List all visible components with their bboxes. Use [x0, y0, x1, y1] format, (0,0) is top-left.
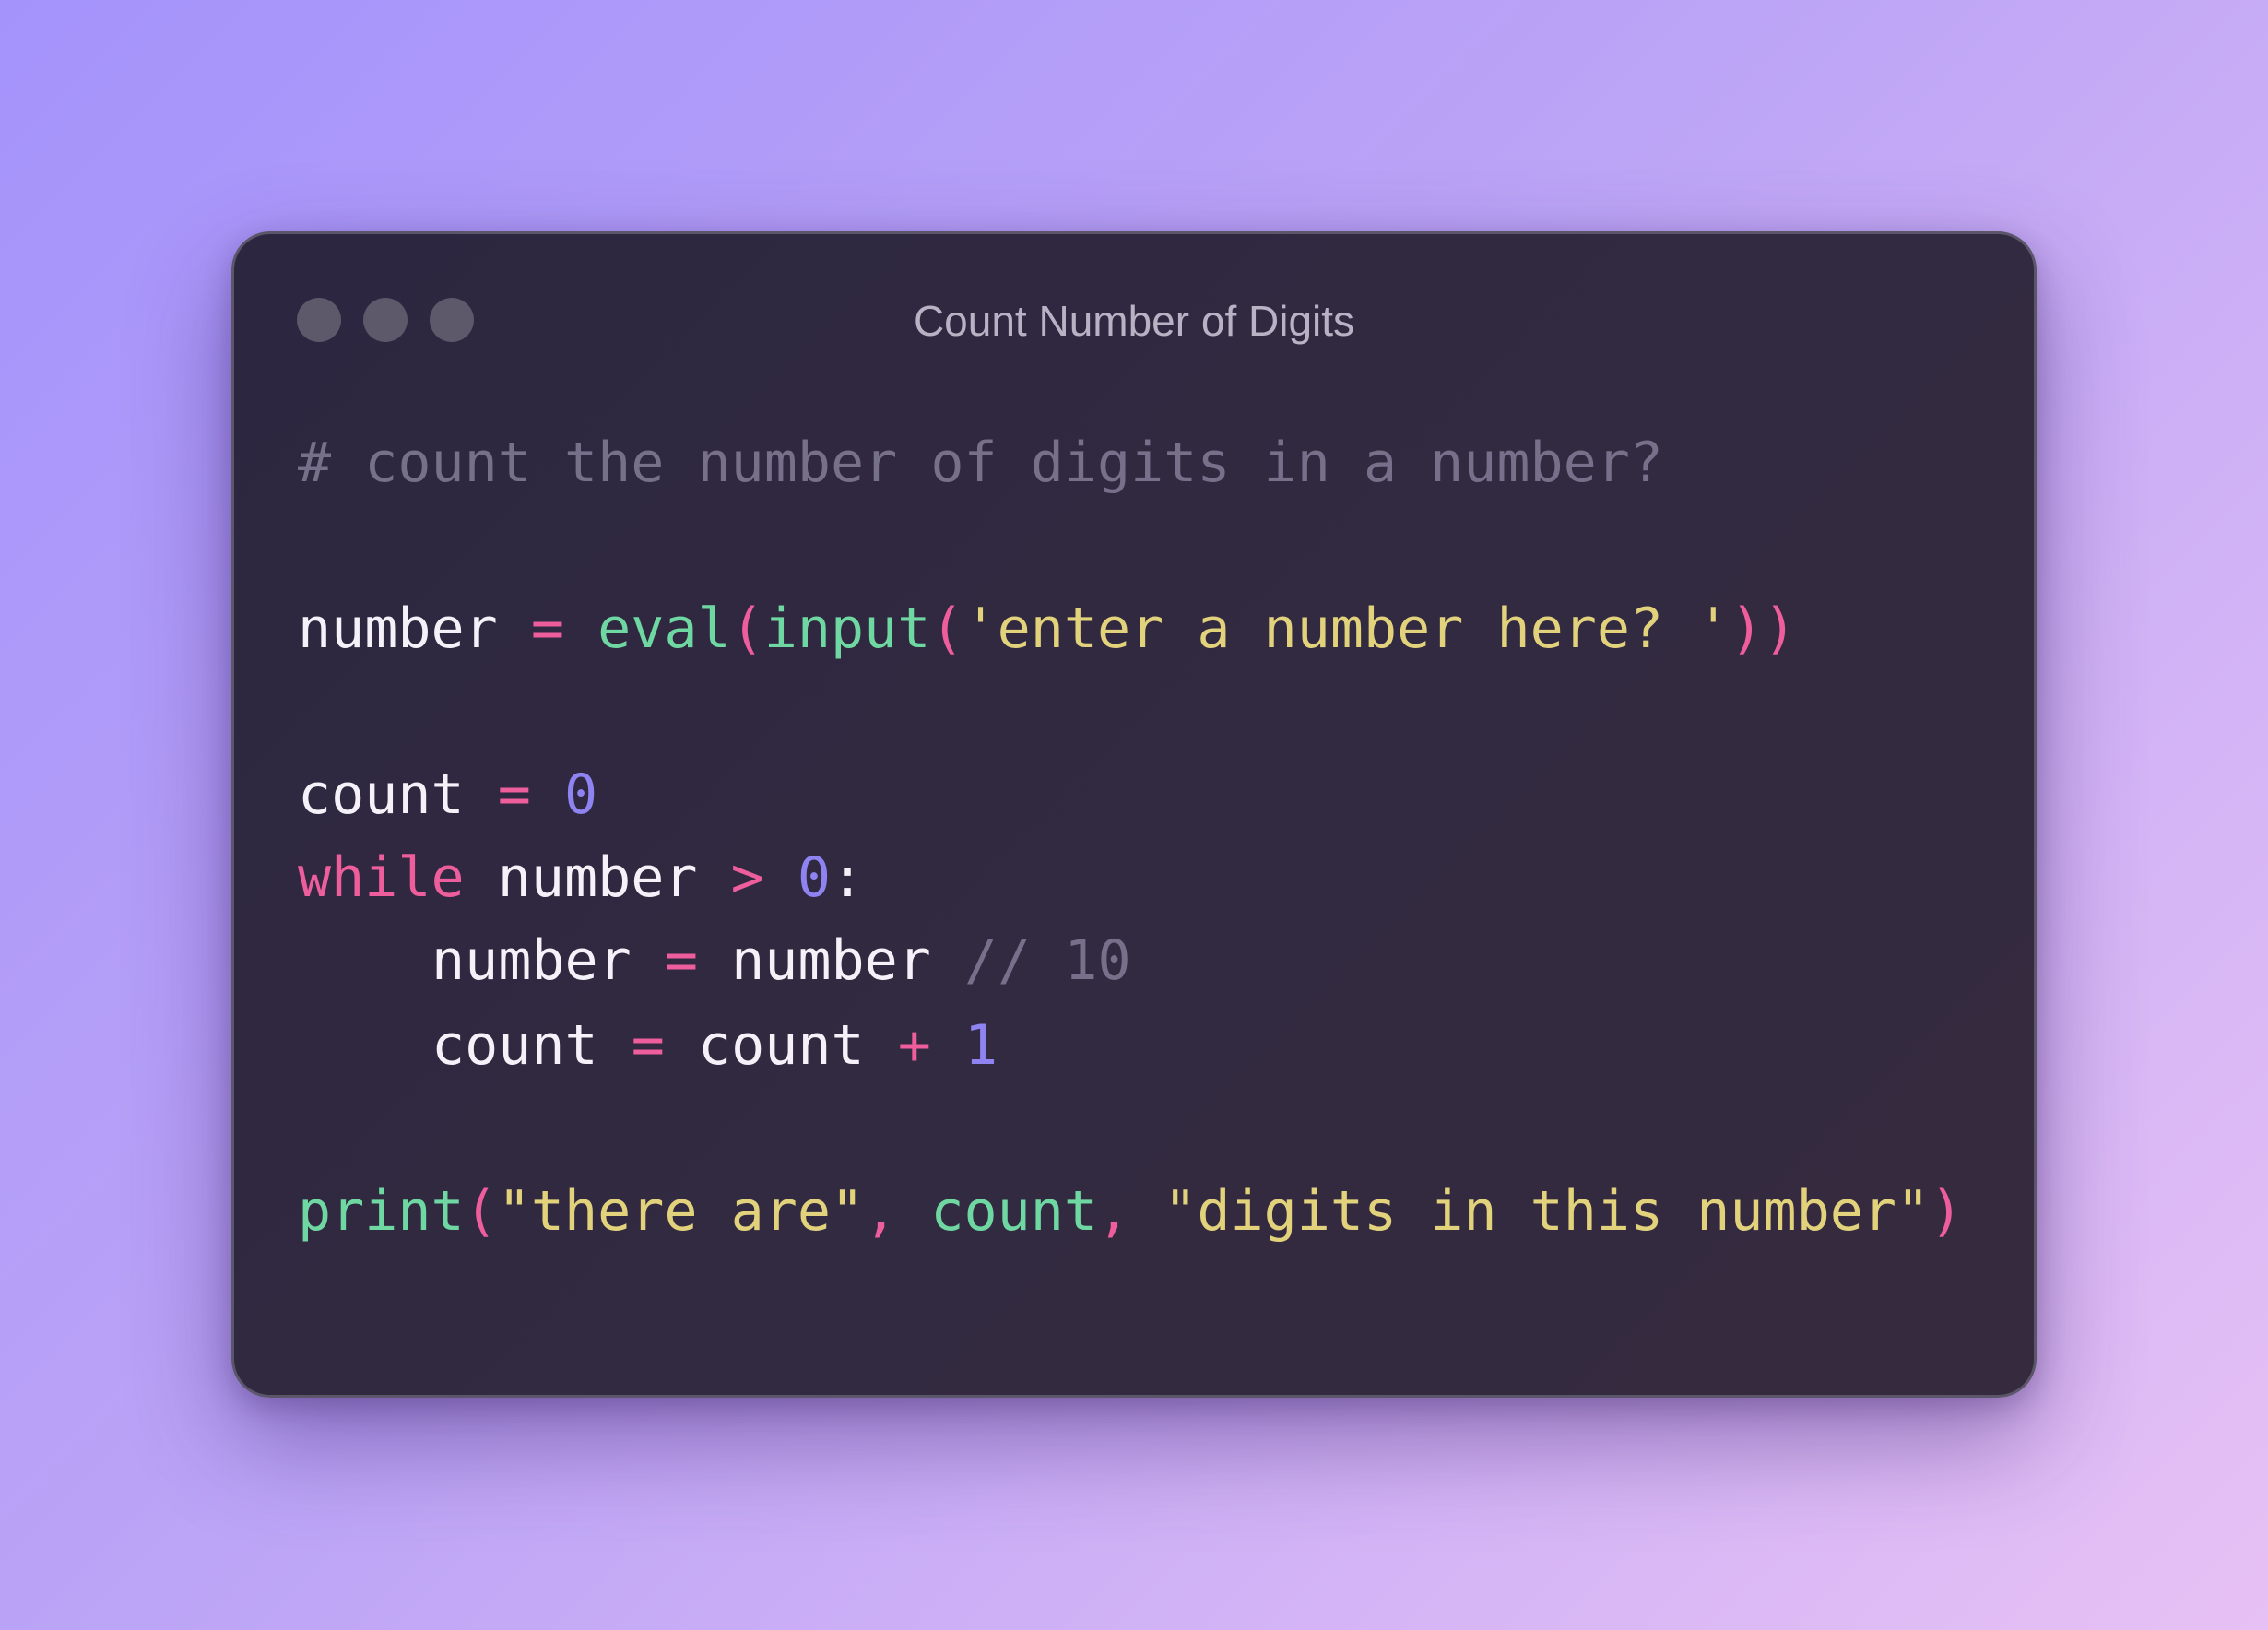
paren-token: (: [930, 596, 964, 661]
number-token: 1: [964, 1013, 998, 1078]
operator-token: =: [631, 1013, 665, 1078]
operator-token: +: [897, 1013, 931, 1078]
operator-token: >: [730, 845, 764, 910]
variable-token: count: [298, 762, 465, 827]
window-title: Count Number of Digits: [913, 297, 1355, 345]
code-line-print: print("there are", count, "digits in thi…: [298, 1175, 1963, 1248]
comment-token: // 10: [964, 928, 1131, 993]
string-token: "digits in this number": [1164, 1179, 1931, 1244]
operator-token: =: [664, 928, 698, 993]
variable-token: number: [298, 596, 498, 661]
code-line-increment: count = count + 1: [298, 1009, 998, 1082]
variable-token: number: [431, 928, 632, 993]
code-line-comment: # count the number of digits in a number…: [298, 426, 1663, 500]
argument-token: count: [930, 1179, 1097, 1244]
paren-token: (: [464, 1179, 498, 1244]
comma-token: ,: [864, 1179, 898, 1244]
number-token: 0: [564, 762, 598, 827]
keyword-token: while: [298, 845, 465, 910]
operator-token: =: [497, 762, 531, 827]
variable-token: number: [497, 845, 698, 910]
code-window: Count Number of Digits # count the numbe…: [231, 231, 2037, 1398]
code-line-input: number = eval(input('enter a number here…: [298, 592, 1797, 666]
code-line-while: while number > 0:: [298, 841, 864, 915]
operator-token: =: [530, 596, 564, 661]
function-token: eval: [597, 596, 731, 661]
code-line-count-init: count = 0: [298, 758, 597, 832]
function-token: input: [763, 596, 931, 661]
string-token: "there are": [497, 1179, 865, 1244]
function-token: print: [298, 1179, 465, 1244]
variable-token: count: [698, 1013, 865, 1078]
paren-token: )): [1730, 596, 1797, 661]
paren-token: (: [730, 596, 764, 661]
number-token: 0: [797, 845, 831, 910]
code-line-divide: number = number // 10: [298, 924, 1131, 998]
string-token: 'enter a number here? ': [963, 596, 1731, 661]
paren-token: ): [1930, 1179, 1964, 1244]
colon-token: :: [831, 845, 865, 910]
comment-text: # count the number of digits in a number…: [298, 431, 1664, 495]
variable-token: number: [731, 928, 931, 993]
comma-token: ,: [1096, 1179, 1131, 1244]
variable-token: count: [431, 1013, 598, 1078]
